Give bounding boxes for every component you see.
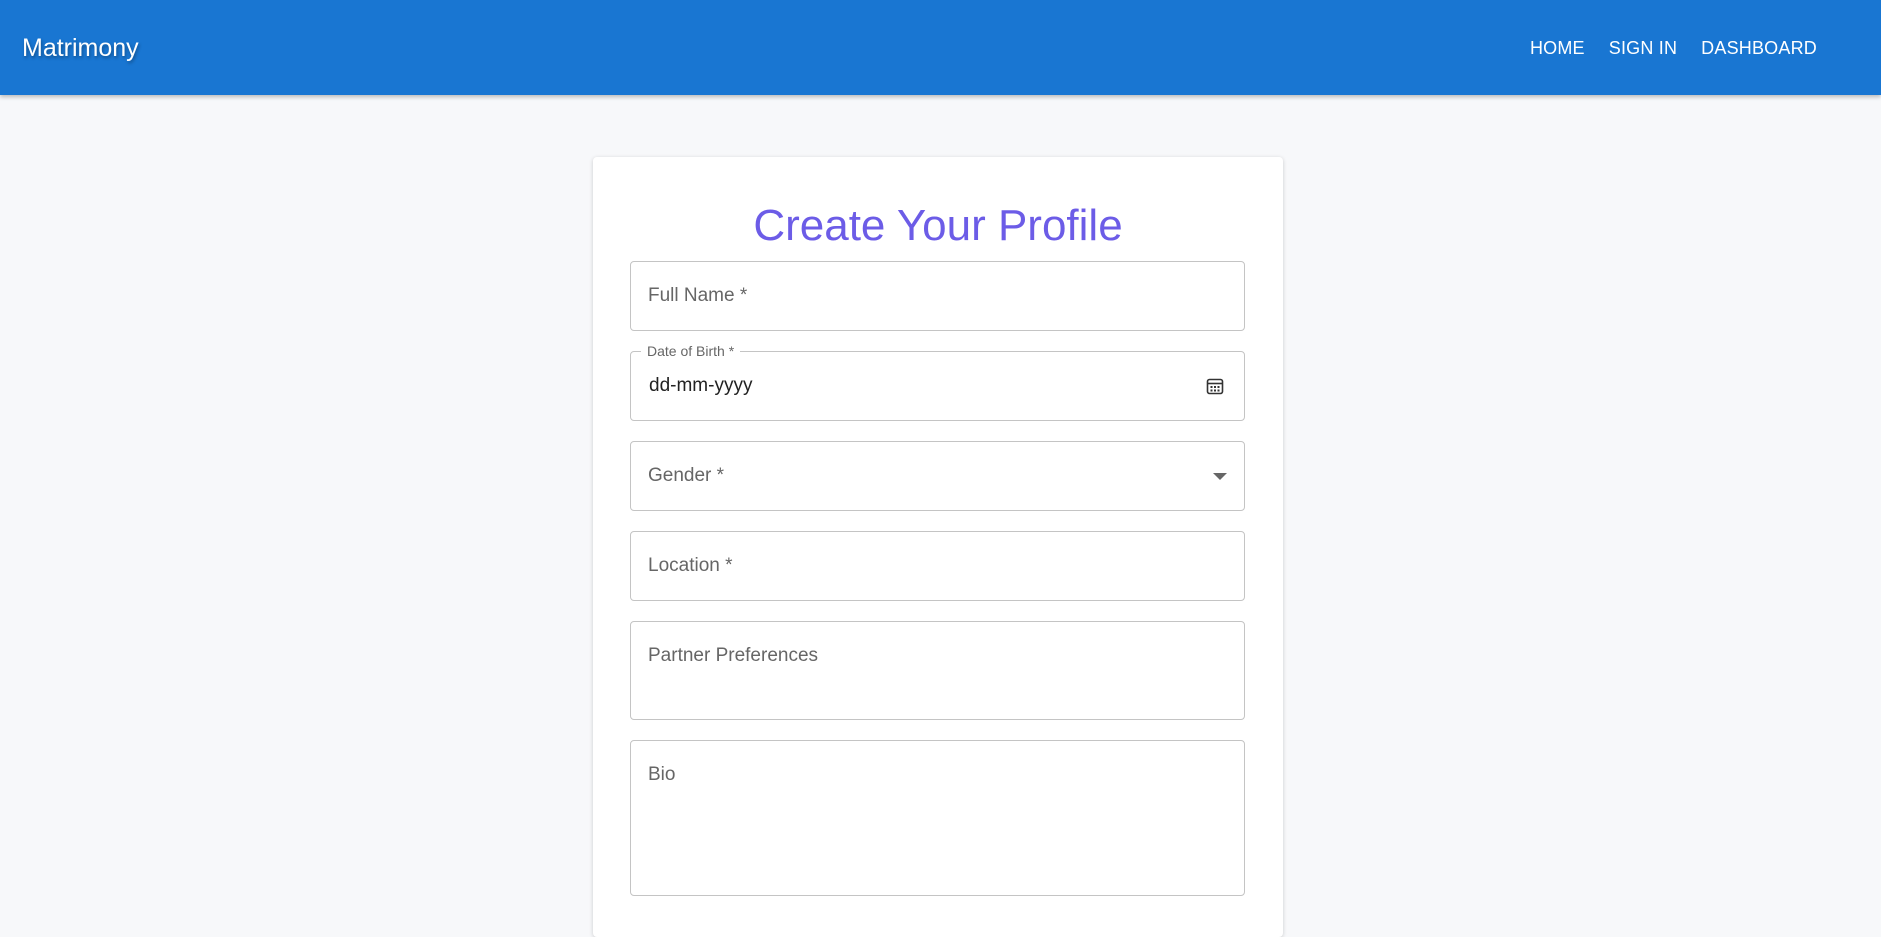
partner-preferences-label: Partner Preferences — [648, 645, 819, 666]
full-name-label: Full Name * — [648, 285, 748, 306]
date-of-birth-value: dd-mm-yyyy — [649, 375, 753, 396]
profile-form-card: Create Your Profile Full Name * Date of … — [593, 157, 1283, 937]
top-nav: HOME SIGN IN DASHBOARD — [1516, 33, 1827, 63]
nav-dashboard[interactable]: DASHBOARD — [1691, 33, 1827, 63]
app-bar: Matrimony HOME SIGN IN DASHBOARD — [0, 0, 1881, 95]
gender-select[interactable]: Gender * — [630, 441, 1245, 511]
brand-logo-text[interactable]: Matrimony — [22, 32, 139, 64]
date-of-birth-label: Date of Birth * — [641, 342, 741, 360]
nav-sign-in[interactable]: SIGN IN — [1599, 33, 1687, 63]
bio-textarea[interactable]: Bio — [630, 740, 1245, 896]
gender-label: Gender * — [648, 465, 725, 486]
partner-preferences-textarea[interactable]: Partner Preferences — [630, 621, 1245, 720]
caret-down-icon — [1213, 473, 1227, 480]
calendar-icon[interactable] — [1205, 376, 1225, 396]
date-of-birth-input[interactable]: Date of Birth * dd-mm-yyyy — [630, 342, 1245, 421]
full-name-input[interactable]: Full Name * — [630, 261, 1245, 331]
page-title: Create Your Profile — [753, 201, 1123, 250]
location-input[interactable]: Location * — [630, 531, 1245, 601]
location-label: Location * — [648, 555, 733, 576]
nav-home[interactable]: HOME — [1520, 33, 1595, 63]
bio-label: Bio — [648, 764, 676, 785]
